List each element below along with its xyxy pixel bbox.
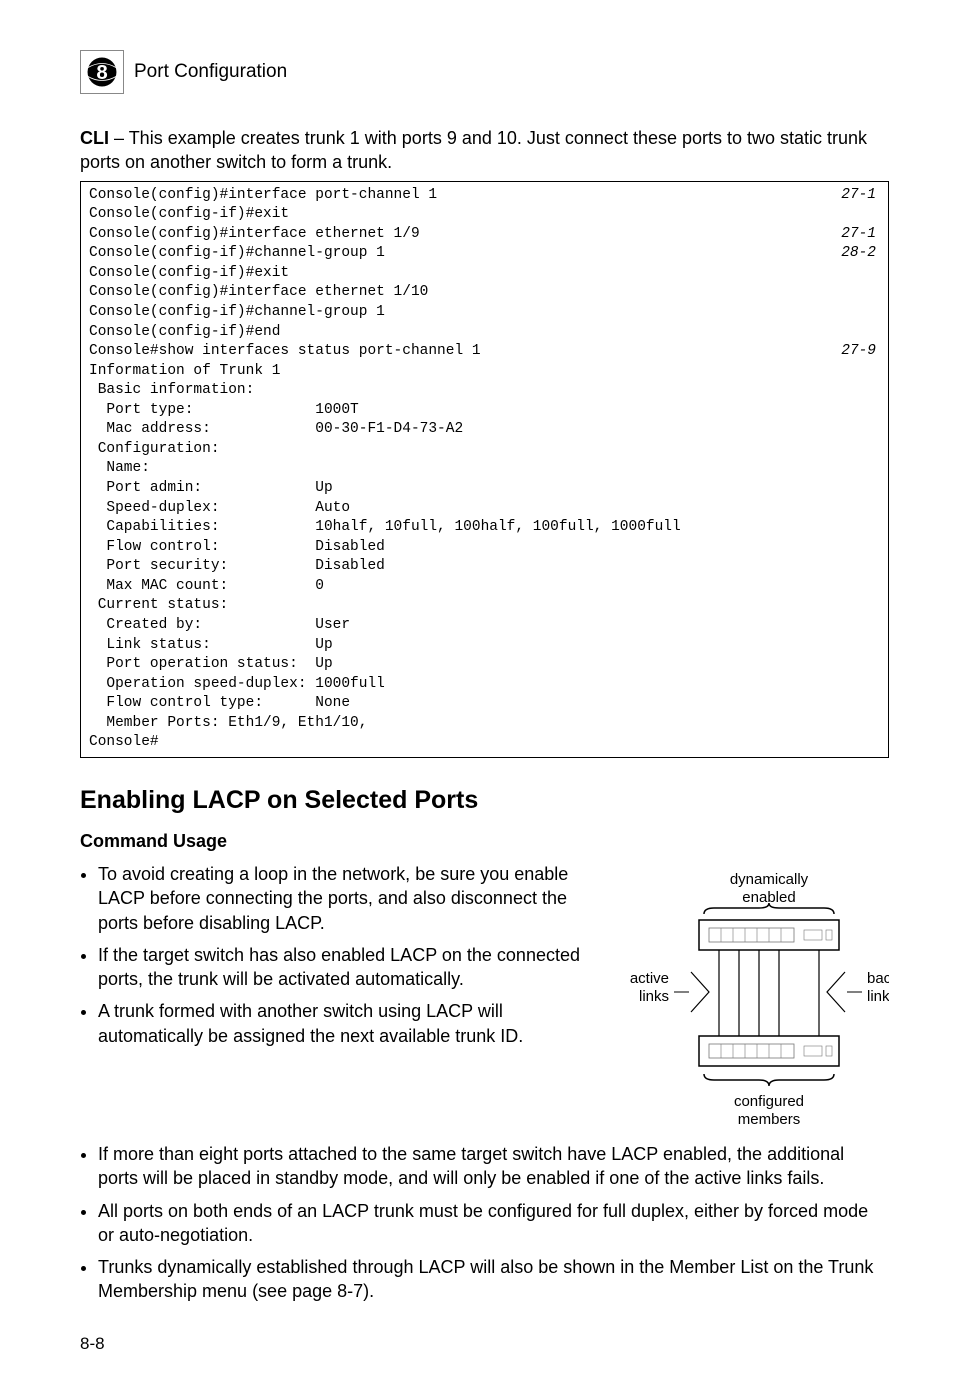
code-line: Console#show interfaces status port-chan… — [89, 342, 880, 362]
code-line: Member Ports: Eth1/9, Eth1/10, — [89, 714, 880, 734]
code-line: Port type: 1000T — [89, 401, 880, 421]
diagram-label-active: active — [630, 970, 669, 987]
code-line: Mac address: 00-30-F1-D4-73-A2 — [89, 420, 880, 440]
switch-icon-bottom — [709, 1044, 832, 1058]
code-line: Flow control: Disabled — [89, 538, 880, 558]
code-line: Console(config-if)#end — [89, 323, 880, 343]
code-line: Speed-duplex: Auto — [89, 499, 880, 519]
section-heading: Enabling LACP on Selected Ports — [80, 786, 889, 815]
bullet-list-left: To avoid creating a loop in the network,… — [80, 862, 609, 1056]
code-line: Link status: Up — [89, 636, 880, 656]
diagram-label-members: members — [738, 1111, 801, 1128]
code-line: Max MAC count: 0 — [89, 577, 880, 597]
diagram-label-configured: configured — [734, 1093, 804, 1110]
list-item: If more than eight ports attached to the… — [98, 1142, 889, 1191]
code-line: Console(config-if)#exit — [89, 205, 880, 225]
code-line: Console(config-if)#channel-group 128-2 — [89, 244, 880, 264]
list-item: A trunk formed with another switch using… — [98, 999, 609, 1048]
code-line: Flow control type: None — [89, 694, 880, 714]
code-line: Console(config-if)#exit — [89, 264, 880, 284]
code-line: Console# — [89, 733, 880, 753]
code-line: Console(config)#interface ethernet 1/10 — [89, 283, 880, 303]
code-line: Console(config-if)#channel-group 1 — [89, 303, 880, 323]
code-line: Port admin: Up — [89, 479, 880, 499]
diagram-label-links: links — [639, 988, 669, 1005]
list-item: To avoid creating a loop in the network,… — [98, 862, 609, 935]
page-number: 8-8 — [80, 1334, 889, 1354]
list-item: All ports on both ends of an LACP trunk … — [98, 1199, 889, 1248]
code-line: Current status: — [89, 596, 880, 616]
code-line: Port operation status: Up — [89, 655, 880, 675]
page-header: 8 Port Configuration — [80, 50, 889, 94]
bullet-list-full: If more than eight ports attached to the… — [80, 1142, 889, 1304]
code-line: Console(config)#interface ethernet 1/927… — [89, 225, 880, 245]
chapter-icon: 8 — [80, 50, 124, 94]
intro-paragraph: CLI – This example creates trunk 1 with … — [80, 126, 889, 175]
switch-icon-top — [709, 928, 832, 942]
code-line: Port security: Disabled — [89, 557, 880, 577]
cli-output-block: Console(config)#interface port-channel 1… — [80, 181, 889, 758]
code-line: Operation speed-duplex: 1000full — [89, 675, 880, 695]
code-line: Name: — [89, 459, 880, 479]
command-usage-heading: Command Usage — [80, 831, 889, 852]
code-line: Created by: User — [89, 616, 880, 636]
list-item: If the target switch has also enabled LA… — [98, 943, 609, 992]
diagram-label-link: link — [867, 988, 889, 1005]
list-item: Trunks dynamically established through L… — [98, 1255, 889, 1304]
intro-text: – This example creates trunk 1 with port… — [80, 128, 867, 172]
network-diagram: dynamically enabled — [609, 862, 889, 1142]
code-line: Capabilities: 10half, 10full, 100half, 1… — [89, 518, 880, 538]
code-line: Basic information: — [89, 381, 880, 401]
diagram-label-dynamically: dynamically — [730, 871, 809, 888]
cli-label: CLI — [80, 128, 109, 148]
code-line: Information of Trunk 1 — [89, 362, 880, 382]
code-line: Configuration: — [89, 440, 880, 460]
diagram-label-backup: backup — [867, 970, 889, 987]
code-line: Console(config)#interface port-channel 1… — [89, 186, 880, 206]
chapter-title: Port Configuration — [134, 61, 287, 83]
